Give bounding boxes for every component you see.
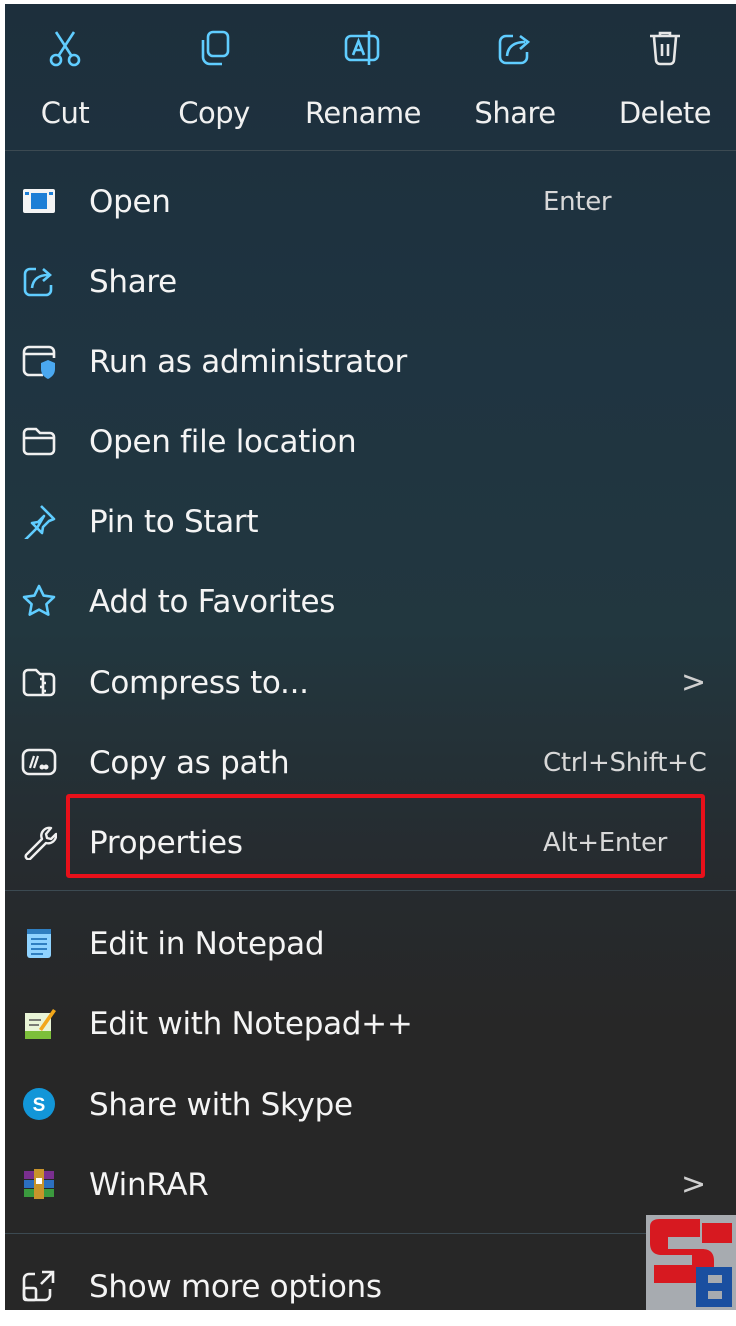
menu-item-label: Pin to Start	[89, 504, 259, 540]
notepadpp-icon	[25, 1009, 56, 1039]
share-icon	[23, 267, 53, 297]
delete-label: Delete	[618, 96, 712, 130]
toolbar-divider	[5, 150, 736, 151]
winrar-icon	[24, 1169, 54, 1199]
shortcut-text: Enter	[543, 187, 612, 217]
copy-button[interactable]: Copy	[155, 28, 273, 140]
copy-label: Copy	[178, 96, 250, 130]
menu-item-winrar[interactable]: WinRAR >	[5, 1146, 736, 1224]
menu-item-label: Edit in Notepad	[89, 926, 325, 962]
action-toolbar: Cut Copy Rename Share Delete	[5, 4, 736, 150]
shortcut-text: Ctrl+Shift+C	[543, 748, 707, 778]
menu-item-show-more-options[interactable]: Show more options	[5, 1248, 736, 1326]
context-menu: Cut Copy Rename Share Delete Open Enter …	[5, 4, 736, 1310]
menu-item-label: Copy as path	[89, 745, 290, 781]
scissors-icon	[49, 31, 81, 67]
more-options-icon	[22, 1270, 55, 1302]
delete-button[interactable]: Delete	[606, 28, 724, 140]
rename-icon	[344, 31, 380, 65]
chevron-right-icon: >	[681, 665, 707, 700]
menu-item-run-as-admin[interactable]: Run as administrator	[5, 323, 736, 401]
notepad-icon	[27, 929, 51, 958]
menu-item-add-to-favorites[interactable]: Add to Favorites	[5, 563, 736, 641]
svg-text:S: S	[33, 1095, 46, 1116]
chevron-right-icon: >	[681, 1167, 707, 1202]
menu-item-label: WinRAR	[89, 1167, 209, 1203]
wrench-icon	[24, 826, 57, 860]
menu-item-edit-with-notepadpp[interactable]: Edit with Notepad++	[5, 985, 736, 1063]
menu-item-label: Share with Skype	[89, 1087, 353, 1123]
menu-item-copy-as-path[interactable]: Copy as path Ctrl+Shift+C	[5, 724, 736, 802]
rename-button[interactable]: Rename	[304, 28, 422, 140]
folder-icon	[22, 427, 56, 456]
rename-label: Rename	[305, 96, 421, 130]
cut-button[interactable]: Cut	[6, 28, 124, 140]
section-divider	[5, 890, 736, 891]
share-button[interactable]: Share	[456, 28, 574, 140]
pin-icon	[24, 505, 56, 539]
section-divider	[5, 1233, 736, 1234]
menu-item-label: Open	[89, 184, 171, 220]
menu-item-pin-to-start[interactable]: Pin to Start	[5, 483, 736, 561]
skype-icon: S	[23, 1088, 55, 1120]
shield-window-icon	[22, 345, 56, 379]
menu-item-open-file-location[interactable]: Open file location	[5, 403, 736, 481]
window-icon	[23, 189, 55, 213]
highlight-box	[66, 794, 705, 878]
menu-item-label: Run as administrator	[89, 344, 407, 380]
cut-label: Cut	[40, 96, 90, 130]
menu-item-compress-to[interactable]: Compress to... >	[5, 644, 736, 722]
trash-icon	[650, 31, 680, 66]
menu-item-edit-in-notepad[interactable]: Edit in Notepad	[5, 905, 736, 983]
zip-folder-icon	[22, 668, 56, 697]
star-icon	[22, 584, 56, 616]
menu-item-label: Add to Favorites	[89, 584, 336, 620]
menu-item-share-with-skype[interactable]: S Share with Skype	[5, 1066, 736, 1144]
share-icon	[498, 34, 531, 65]
menu-item-label: Compress to...	[89, 665, 309, 701]
menu-item-label: Edit with Notepad++	[89, 1006, 413, 1042]
menu-item-label: Open file location	[89, 424, 357, 460]
watermark-logo	[646, 1215, 736, 1310]
menu-item-share[interactable]: Share	[5, 243, 736, 321]
menu-item-label: Show more options	[89, 1269, 382, 1305]
path-icon	[21, 748, 57, 776]
menu-item-open[interactable]: Open Enter	[5, 163, 736, 241]
copy-icon	[201, 30, 230, 66]
share-label: Share	[474, 96, 556, 130]
menu-item-label: Share	[89, 264, 177, 300]
